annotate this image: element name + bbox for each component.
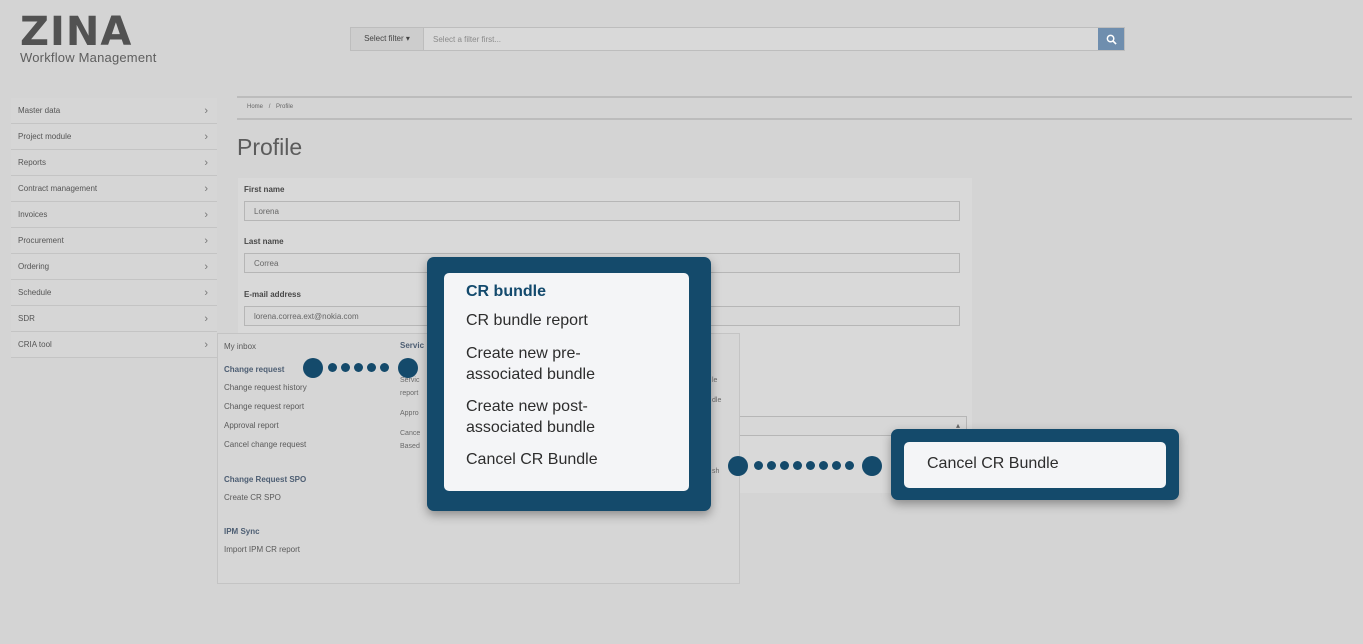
menu-text-fragment[interactable]: Cance: [400, 430, 420, 437]
connector-dot: [754, 461, 763, 470]
change-request-spo-heading[interactable]: Change Request SPO: [224, 475, 306, 484]
cancel-cr-bundle-callout: Cancel CR Bundle: [891, 429, 1179, 500]
change-request-report-link[interactable]: Change request report: [224, 402, 304, 411]
connector-dot: [862, 456, 882, 476]
connector-dot: [767, 461, 776, 470]
cancel-cr-bundle-box: Cancel CR Bundle: [904, 442, 1166, 488]
brand-subtitle: Workflow Management: [20, 50, 157, 65]
create-cr-spo-link[interactable]: Create CR SPO: [224, 493, 281, 502]
select-filter-button[interactable]: Select filter ▾: [351, 28, 424, 50]
breadcrumb: Home / Profile: [247, 104, 293, 110]
import-ipm-cr-report-link[interactable]: Import IPM CR report: [224, 545, 300, 554]
chevron-right-icon: ›: [204, 286, 208, 299]
sidebar-item-label: Ordering: [18, 262, 50, 271]
sidebar-item-label: Procurement: [18, 236, 64, 245]
breadcrumb-current: Profile: [276, 104, 294, 110]
cr-bundle-report-link[interactable]: CR bundle report: [466, 310, 676, 331]
cr-bundle-callout: CR bundle CR bundle report Create new pr…: [427, 257, 711, 511]
sidebar-item-contract-management[interactable]: Contract management ›: [11, 176, 217, 202]
first-name-label: First name: [244, 185, 285, 194]
breadcrumb-separator: /: [268, 104, 271, 110]
cancel-cr-bundle-button[interactable]: Cancel CR Bundle: [927, 453, 1059, 474]
cancel-cr-bundle-link[interactable]: Cancel CR Bundle: [466, 449, 676, 470]
search-button[interactable]: [1098, 28, 1124, 50]
cancel-change-request-link[interactable]: Cancel change request: [224, 440, 306, 449]
sidebar-item-invoices[interactable]: Invoices ›: [11, 202, 217, 228]
create-post-associated-bundle-link[interactable]: Create new post-associated bundle: [466, 396, 626, 438]
ipm-sync-heading[interactable]: IPM Sync: [224, 527, 260, 536]
sidebar-item-label: Contract management: [18, 184, 98, 193]
email-label: E-mail address: [244, 290, 301, 299]
brand-name: ZINA: [20, 9, 133, 55]
menu-text-fragment[interactable]: le: [712, 377, 717, 384]
sidebar-item-cria-tool[interactable]: CRIA tool ›: [11, 332, 217, 358]
connector-dot: [328, 363, 337, 372]
sidebar-item-label: Reports: [18, 158, 47, 167]
sidebar-item-label: Master data: [18, 106, 61, 115]
chevron-right-icon: ›: [204, 338, 208, 351]
last-name-label: Last name: [244, 237, 284, 246]
sidebar-item-ordering[interactable]: Ordering ›: [11, 254, 217, 280]
menu-text-fragment[interactable]: dle: [712, 397, 721, 404]
connector-dot: [793, 461, 802, 470]
chevron-right-icon: ›: [204, 208, 208, 221]
connector-dot: [354, 363, 363, 372]
menu-text-fragment[interactable]: Appro: [400, 410, 419, 417]
chevron-right-icon: ›: [204, 156, 208, 169]
sidebar-item-label: Project module: [18, 132, 72, 141]
menu-text-fragment[interactable]: Based: [400, 443, 420, 450]
service-heading-fragment[interactable]: Servic: [400, 341, 424, 350]
sidebar-item-master-data[interactable]: Master data ›: [11, 98, 217, 124]
connector-dot: [367, 363, 376, 372]
chevron-right-icon: ›: [204, 130, 208, 143]
connector-dot: [380, 363, 389, 372]
search-icon: [1106, 34, 1117, 45]
connector-dot: [845, 461, 854, 470]
connector-dot: [398, 358, 418, 378]
app-logo[interactable]: ZINA Workflow Management: [20, 12, 157, 65]
connector-dot: [341, 363, 350, 372]
sidebar-item-schedule[interactable]: Schedule ›: [11, 280, 217, 306]
sidebar-item-procurement[interactable]: Procurement ›: [11, 228, 217, 254]
menu-text-fragment[interactable]: sh: [712, 468, 719, 475]
search-bar: Select filter ▾: [350, 27, 1125, 51]
connector-dot: [728, 456, 748, 476]
chevron-right-icon: ›: [204, 260, 208, 273]
connector-dot: [806, 461, 815, 470]
sidebar-item-label: Invoices: [18, 210, 48, 219]
approval-report-link[interactable]: Approval report: [224, 421, 279, 430]
connector-dot: [303, 358, 323, 378]
change-request-history-link[interactable]: Change request history: [224, 383, 307, 392]
my-inbox-link[interactable]: My inbox: [224, 342, 256, 351]
sidebar-item-label: Schedule: [18, 288, 52, 297]
connector-dot: [832, 461, 841, 470]
sidebar-nav: Master data › Project module › Reports › Co…: [11, 98, 217, 358]
breadcrumb-home-link[interactable]: Home: [247, 104, 263, 110]
chevron-right-icon: ›: [204, 104, 208, 117]
sidebar-item-label: SDR: [18, 314, 35, 323]
chevron-right-icon: ›: [204, 182, 208, 195]
connector-dot: [819, 461, 828, 470]
search-input[interactable]: [424, 28, 1098, 50]
sidebar-item-label: CRIA tool: [18, 340, 52, 349]
sidebar-item-sdr[interactable]: SDR ›: [11, 306, 217, 332]
connector-dot: [780, 461, 789, 470]
divider: [237, 118, 1352, 120]
cr-bundle-menu: CR bundle CR bundle report Create new pr…: [444, 273, 689, 491]
change-request-heading[interactable]: Change request: [224, 365, 284, 374]
divider: [237, 96, 1352, 98]
menu-text-fragment[interactable]: report: [400, 390, 418, 397]
sidebar-item-project-module[interactable]: Project module ›: [11, 124, 217, 150]
menu-text-fragment[interactable]: Servic: [400, 377, 419, 384]
chevron-right-icon: ›: [204, 312, 208, 325]
chevron-right-icon: ›: [204, 234, 208, 247]
cr-bundle-heading[interactable]: CR bundle: [466, 283, 546, 301]
sidebar-item-reports[interactable]: Reports ›: [11, 150, 217, 176]
first-name-field[interactable]: [244, 201, 960, 221]
page-title: Profile: [237, 134, 303, 160]
create-pre-associated-bundle-link[interactable]: Create new pre-associated bundle: [466, 343, 626, 385]
